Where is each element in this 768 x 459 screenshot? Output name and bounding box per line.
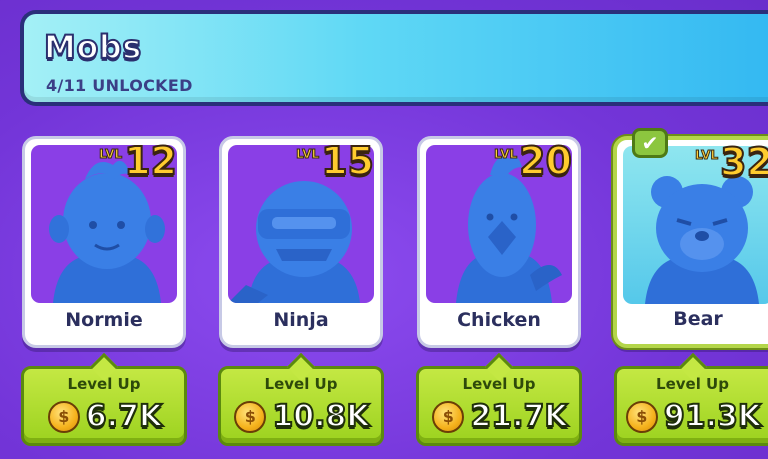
- level-up-button-bear[interactable]: Level Up $ 91.3K: [614, 352, 768, 446]
- level-up-cost: $ 6.7K: [32, 398, 178, 435]
- level-number: 12: [123, 139, 178, 183]
- level-badge: LVL 20: [494, 139, 573, 183]
- level-badge: LVL 15: [296, 139, 375, 183]
- cost-value: 6.7K: [85, 398, 163, 435]
- mob-list: LVL 12 Normie LVL 15 Ninja LVL 20 Chicke…: [0, 0, 768, 459]
- cost-value: 21.7K: [469, 398, 568, 435]
- mob-card-chicken[interactable]: LVL 20 Chicken: [417, 136, 581, 348]
- level-up-label: Level Up: [67, 375, 141, 393]
- level-up-label: Level Up: [656, 375, 729, 393]
- level-up-button-ninja[interactable]: Level Up $ 10.8K: [218, 352, 384, 446]
- coin-icon: $: [625, 400, 658, 433]
- mob-name: Normie: [65, 309, 143, 331]
- level-up-button-chicken[interactable]: Level Up $ 21.7K: [416, 352, 582, 446]
- coin-icon: $: [234, 400, 267, 433]
- level-number: 32: [719, 140, 768, 184]
- level-badge: LVL 12: [99, 139, 178, 183]
- level-number: 20: [518, 139, 573, 183]
- mob-card-bear[interactable]: LVL 32 Bear: [613, 136, 768, 348]
- level-up-button-normie[interactable]: Level Up $ 6.7K: [21, 352, 187, 446]
- coin-icon: $: [47, 400, 80, 433]
- level-up-label: Level Up: [264, 375, 338, 393]
- cost-value: 91.3K: [663, 398, 762, 435]
- lvl-tag: LVL: [99, 147, 123, 162]
- cost-value: 10.8K: [271, 398, 370, 435]
- mob-name: Chicken: [457, 309, 541, 331]
- level-badge: LVL 32: [695, 140, 768, 184]
- mob-name: Ninja: [273, 309, 329, 331]
- lvl-tag: LVL: [695, 148, 719, 163]
- level-up-cost: $ 10.8K: [229, 398, 375, 435]
- level-up-cost: $ 21.7K: [427, 398, 573, 435]
- mob-card-normie[interactable]: LVL 12 Normie: [22, 136, 186, 348]
- lvl-tag: LVL: [296, 147, 320, 162]
- level-number: 15: [320, 139, 375, 183]
- check-icon: ✔: [632, 128, 668, 158]
- lvl-tag: LVL: [494, 147, 518, 162]
- mob-name: Bear: [673, 308, 723, 330]
- level-up-label: Level Up: [462, 375, 536, 393]
- level-up-cost: $ 91.3K: [625, 398, 762, 435]
- coin-icon: $: [432, 400, 465, 433]
- mob-card-ninja[interactable]: LVL 15 Ninja: [219, 136, 383, 348]
